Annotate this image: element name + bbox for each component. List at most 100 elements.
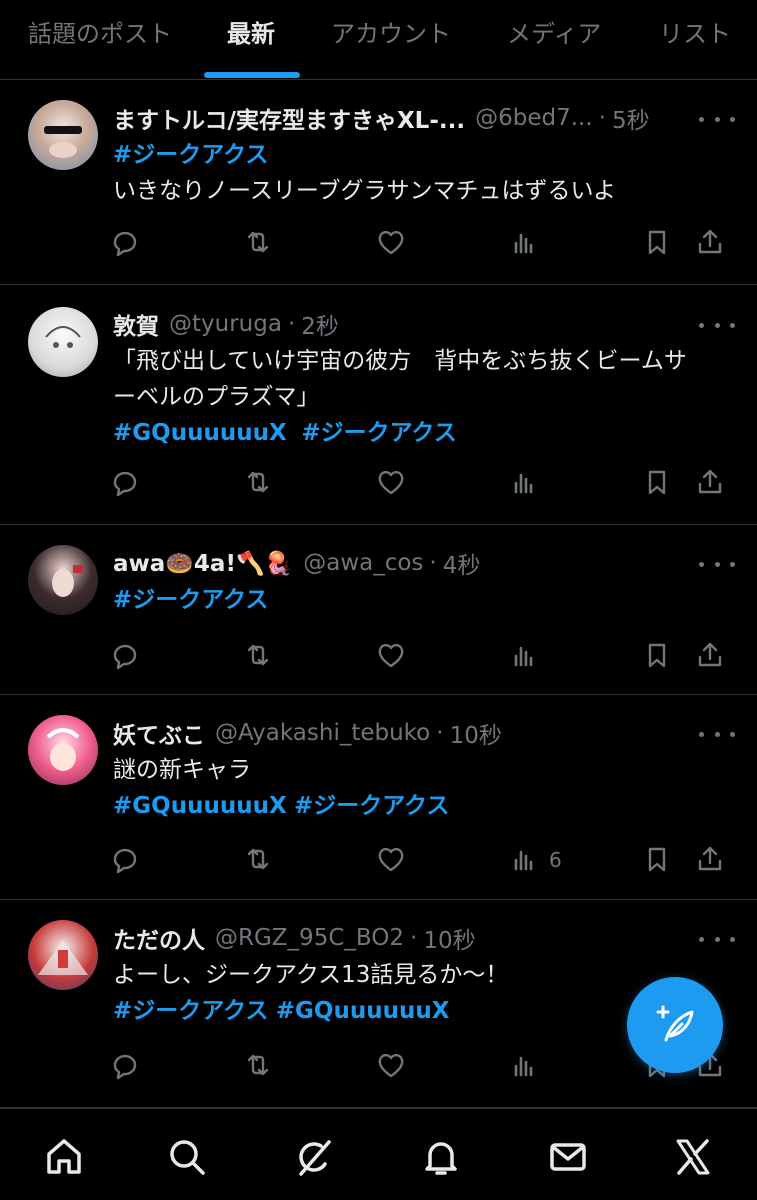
avatar[interactable] xyxy=(28,920,98,990)
tab-trending-posts[interactable]: 話題のポスト xyxy=(28,14,172,54)
post-text-line: 「飛び出していけ宇宙の彼方 背中をぶち抜くビームサ xyxy=(113,343,727,379)
post-text: #ジークアクス xyxy=(113,582,727,618)
display-name[interactable]: 敦賀 xyxy=(113,307,159,341)
avatar[interactable] xyxy=(28,715,98,785)
timestamp[interactable]: 4秒 xyxy=(443,546,481,580)
post-text-segment: よーし、ジークアクス13話見るか〜！ xyxy=(113,962,509,988)
hashtag-link[interactable]: #ジークアクス xyxy=(113,142,268,168)
tab-media[interactable]: メディア xyxy=(507,14,601,54)
more-options-icon[interactable] xyxy=(699,552,735,576)
post-actions xyxy=(110,640,730,680)
nav-home[interactable] xyxy=(42,1135,86,1179)
tab-latest[interactable]: 最新 xyxy=(227,14,275,54)
more-options-icon[interactable] xyxy=(699,107,735,131)
reply-button[interactable] xyxy=(110,640,144,674)
more-options-icon[interactable] xyxy=(699,722,735,746)
analytics-icon xyxy=(514,646,533,667)
separator-dot: · xyxy=(436,720,444,746)
reply-button[interactable] xyxy=(110,844,144,878)
post-text-line: #ジークアクス xyxy=(113,582,727,618)
views-button[interactable] xyxy=(509,640,543,674)
like-button[interactable] xyxy=(376,467,410,501)
share-icon xyxy=(698,469,722,494)
post-text-segment xyxy=(287,793,294,819)
views-button[interactable] xyxy=(509,1050,543,1084)
share-button[interactable] xyxy=(695,467,729,501)
display-name[interactable]: ますトルコ/実存型ますきゃXL-... xyxy=(113,101,465,135)
repost-button[interactable] xyxy=(243,640,277,674)
like-button[interactable] xyxy=(376,844,410,878)
more-options-icon[interactable] xyxy=(699,313,735,337)
share-icon xyxy=(698,642,722,667)
timestamp[interactable]: 10秒 xyxy=(423,921,475,955)
post[interactable]: awa🍩4a!🪓🪼 @awa_cos · 4秒 #ジークアクス xyxy=(0,525,757,695)
like-button[interactable] xyxy=(376,640,410,674)
bookmark-button[interactable] xyxy=(642,844,676,878)
reply-button[interactable] xyxy=(110,467,144,501)
display-name[interactable]: ただの人 xyxy=(113,921,205,955)
bookmark-button[interactable] xyxy=(642,227,676,261)
timestamp[interactable]: 5秒 xyxy=(612,101,650,135)
views-button[interactable] xyxy=(509,844,543,878)
timeline-tabs: 話題のポスト 最新 アカウント メディア リスト xyxy=(0,0,757,80)
hashtag-link[interactable]: #ジークアクス xyxy=(301,420,456,446)
avatar[interactable] xyxy=(28,545,98,615)
compose-button[interactable] xyxy=(627,977,723,1073)
tab-accounts[interactable]: アカウント xyxy=(331,14,451,54)
share-button[interactable] xyxy=(695,227,729,261)
more-options-icon[interactable] xyxy=(699,927,735,951)
hashtag-link[interactable]: #ジークアクス xyxy=(294,793,449,819)
nav-messages[interactable] xyxy=(546,1135,590,1179)
post-text-segment: 「飛び出していけ宇宙の彼方 背中をぶち抜くビームサ xyxy=(113,348,687,374)
nav-grok[interactable] xyxy=(292,1135,336,1179)
user-handle[interactable]: @tyuruga xyxy=(169,311,282,337)
user-handle[interactable]: @RGZ_95C_BO2 xyxy=(215,925,404,951)
nav-search[interactable] xyxy=(165,1135,209,1179)
hashtag-link[interactable]: #GQuuuuuuX xyxy=(113,793,287,819)
timestamp[interactable]: 10秒 xyxy=(450,716,502,750)
repost-button[interactable] xyxy=(243,844,277,878)
like-button[interactable] xyxy=(376,1050,410,1084)
user-handle[interactable]: @awa_cos xyxy=(303,550,423,576)
display-name[interactable]: awa🍩4a!🪓🪼 xyxy=(113,550,293,577)
repost-icon xyxy=(247,231,269,253)
user-handle[interactable]: @6bed7... xyxy=(475,105,593,131)
post-header: awa🍩4a!🪓🪼 @awa_cos · 4秒 xyxy=(113,545,737,581)
repost-button[interactable] xyxy=(243,227,277,261)
like-button[interactable] xyxy=(376,227,410,261)
bookmark-button[interactable] xyxy=(642,640,676,674)
hashtag-link[interactable]: #GQuuuuuuX xyxy=(276,998,450,1024)
reply-button[interactable] xyxy=(110,1050,144,1084)
separator-dot: · xyxy=(287,311,296,337)
views-button[interactable] xyxy=(509,467,543,501)
post[interactable]: ますトルコ/実存型ますきゃXL-... @6bed7... · 5秒 #ジークア… xyxy=(0,81,757,285)
hashtag-link[interactable]: #ジークアクス xyxy=(113,998,268,1024)
reply-icon xyxy=(113,231,137,257)
bookmark-button[interactable] xyxy=(642,467,676,501)
reply-button[interactable] xyxy=(110,227,144,261)
post-actions xyxy=(110,227,730,267)
hashtag-link[interactable]: #GQuuuuuuX xyxy=(113,420,287,446)
nav-x-premium[interactable] xyxy=(671,1135,715,1179)
tab-lists[interactable]: リスト xyxy=(659,14,731,54)
user-handle[interactable]: @Ayakashi_tebuko xyxy=(215,720,430,746)
avatar[interactable] xyxy=(28,307,98,377)
nav-notifications[interactable] xyxy=(419,1135,463,1179)
repost-icon xyxy=(247,1054,269,1076)
share-button[interactable] xyxy=(695,640,729,674)
repost-button[interactable] xyxy=(243,1050,277,1084)
display-name[interactable]: 妖てぶこ xyxy=(113,716,205,750)
bookmark-icon xyxy=(648,470,666,495)
home-icon xyxy=(47,1139,81,1174)
hashtag-link[interactable]: #ジークアクス xyxy=(113,587,268,613)
repost-button[interactable] xyxy=(243,467,277,501)
share-button[interactable] xyxy=(695,844,729,878)
post[interactable]: 敦賀 @tyuruga · 2秒 「飛び出していけ宇宙の彼方 背中をぶち抜くビー… xyxy=(0,285,757,525)
post[interactable]: 妖てぶこ @Ayakashi_tebuko · 10秒 謎の新キャラ #GQuuu… xyxy=(0,695,757,900)
timestamp[interactable]: 2秒 xyxy=(301,307,339,341)
post-text-line: いきなりノースリーブグラサンマチュはずるいよ xyxy=(113,173,727,209)
reply-icon xyxy=(113,471,137,497)
avatar[interactable] xyxy=(28,100,98,170)
post-text: #ジークアクスいきなりノースリーブグラサンマチュはずるいよ xyxy=(113,137,727,209)
views-button[interactable] xyxy=(509,227,543,261)
